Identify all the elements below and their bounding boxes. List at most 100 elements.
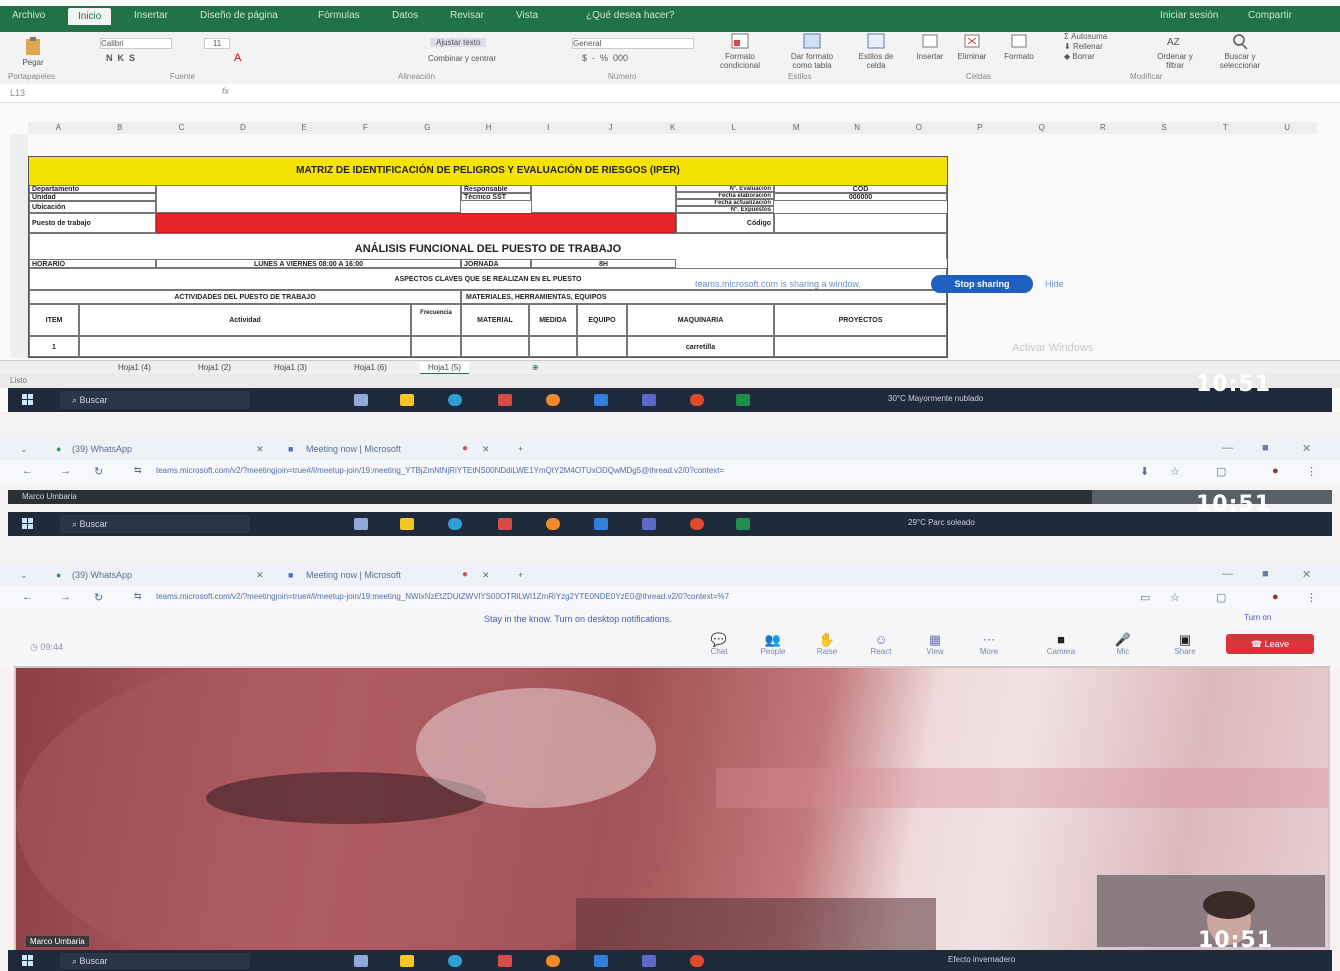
field-responsable[interactable]	[531, 185, 676, 213]
format-as-table-button[interactable]: Dar formato como tabla	[780, 32, 844, 70]
hide-button[interactable]: Hide	[1045, 279, 1064, 289]
close-window-icon[interactable]: ✕	[1302, 442, 1311, 455]
new-tab-button[interactable]: +	[518, 570, 523, 580]
sort-filter-button[interactable]: AZ Ordenar y filtrar	[1150, 32, 1200, 70]
mic-button[interactable]: 🎤 Mic	[1106, 632, 1140, 656]
column-header[interactable]: H	[486, 123, 492, 132]
row1-proyectos[interactable]	[774, 336, 947, 357]
column-header[interactable]: I	[547, 123, 549, 132]
maximize-icon[interactable]: ■	[1262, 568, 1269, 580]
task-view-icon[interactable]	[354, 955, 368, 967]
back-icon[interactable]: ←	[22, 591, 33, 603]
teams-icon[interactable]	[642, 518, 656, 530]
row1-medida[interactable]	[529, 336, 577, 357]
column-header[interactable]: A	[56, 123, 61, 132]
back-icon[interactable]: ←	[22, 465, 33, 477]
column-header[interactable]: R	[1100, 123, 1106, 132]
currency-button[interactable]: $ - % 000	[582, 54, 628, 63]
notification-action[interactable]: Turn on	[1244, 613, 1271, 622]
weather-widget[interactable]: 30°C Mayormente nublado	[888, 394, 983, 403]
windows-start-icon[interactable]	[22, 394, 34, 406]
site-info-icon[interactable]: ⇆	[134, 591, 142, 602]
clear-button[interactable]: ◆ Borrar	[1064, 52, 1095, 61]
edge-icon[interactable]	[448, 394, 462, 406]
file-explorer-icon[interactable]	[400, 955, 414, 967]
chrome-icon[interactable]	[690, 955, 704, 967]
mail-icon[interactable]	[594, 955, 608, 967]
column-header[interactable]: K	[670, 123, 675, 132]
cell-styles-button[interactable]: Estilos de celda	[848, 32, 904, 70]
add-sheet-icon[interactable]: ⊕	[524, 362, 547, 373]
sheet-tab[interactable]: Hoja1 (3)	[266, 362, 315, 373]
menu-icon[interactable]: ⋮	[1306, 591, 1317, 604]
tab-whatsapp[interactable]: (39) WhatsApp	[72, 570, 132, 580]
number-format-select[interactable]: General	[572, 38, 694, 49]
share-button[interactable]: ▣ Share	[1168, 632, 1202, 656]
field-puesto-red[interactable]	[156, 213, 676, 233]
column-header[interactable]: T	[1223, 123, 1228, 132]
tab-dropdown-icon[interactable]: ⌄	[20, 570, 28, 581]
maximize-icon[interactable]: ■	[1262, 442, 1269, 454]
tab-close-icon[interactable]: ✕	[256, 444, 264, 455]
tab-datos[interactable]: Datos	[392, 10, 418, 21]
sheet-tab[interactable]: Hoja1 (4)	[110, 362, 159, 373]
column-header[interactable]: G	[424, 123, 430, 132]
sheet-tab[interactable]: Hoja1 (2)	[190, 362, 239, 373]
edge-icon[interactable]	[448, 518, 462, 530]
minimize-icon[interactable]: —	[1222, 442, 1233, 454]
close-window-icon[interactable]: ✕	[1302, 568, 1311, 581]
tab-whatsapp[interactable]: (39) WhatsApp	[72, 444, 132, 454]
task-view-icon[interactable]	[354, 394, 368, 406]
column-header[interactable]: Q	[1039, 123, 1045, 132]
field-departamento[interactable]	[156, 185, 461, 213]
tab-inicio[interactable]: Inicio	[68, 8, 112, 25]
firefox-icon[interactable]	[546, 518, 560, 530]
windows-start-icon[interactable]	[22, 518, 34, 530]
tab-archivo[interactable]: Archivo	[12, 10, 45, 21]
reload-icon[interactable]: ↻	[94, 465, 103, 478]
tab-dropdown-icon[interactable]: ⌄	[20, 444, 28, 455]
tab-insertar[interactable]: Insertar	[134, 10, 168, 21]
download-icon[interactable]: ⬇	[1140, 465, 1149, 478]
forward-icon[interactable]: →	[60, 465, 71, 477]
conditional-format-button[interactable]: Formato condicional	[708, 32, 772, 70]
column-header[interactable]: C	[179, 123, 185, 132]
windows-start-icon[interactable]	[22, 955, 34, 967]
column-header[interactable]: F	[363, 123, 368, 132]
leave-button[interactable]: ☎ Leave	[1226, 634, 1314, 654]
forward-icon[interactable]: →	[60, 591, 71, 603]
tab-revisar[interactable]: Revisar	[450, 10, 484, 21]
excel-icon[interactable]	[736, 394, 750, 406]
excel-icon[interactable]	[736, 518, 750, 530]
profile-avatar[interactable]: ●	[1272, 591, 1279, 603]
edge-icon[interactable]	[448, 955, 462, 967]
task-view-icon[interactable]	[354, 518, 368, 530]
merge-center-button[interactable]: Combinar y centrar	[428, 54, 496, 63]
delete-cells-button[interactable]: Eliminar	[952, 32, 992, 61]
format-cells-button[interactable]: Formato	[996, 32, 1042, 61]
more-button[interactable]: ⋯ More	[972, 632, 1006, 656]
tab-vista[interactable]: Vista	[516, 10, 538, 21]
sheet-tab[interactable]: Hoja1 (6)	[346, 362, 395, 373]
tab-search-icon[interactable]: ▢	[1216, 591, 1226, 604]
row1-item[interactable]: 1	[29, 336, 79, 357]
name-box[interactable]: L13	[10, 88, 100, 98]
store-icon[interactable]	[498, 955, 512, 967]
store-icon[interactable]	[498, 518, 512, 530]
column-header[interactable]: N	[854, 123, 860, 132]
tab-search-icon[interactable]: ▢	[1216, 465, 1226, 478]
chrome-icon[interactable]	[690, 518, 704, 530]
font-name-select[interactable]: Calibri	[100, 38, 172, 49]
fill-button[interactable]: ⬇ Rellenar	[1064, 42, 1103, 51]
screen-share-icon[interactable]: ▭	[1140, 591, 1150, 604]
insert-cells-button[interactable]: Insertar	[910, 32, 950, 61]
bold-button[interactable]: N K S	[106, 54, 135, 63]
taskbar-search[interactable]: ⌕ Buscar	[60, 953, 250, 969]
new-tab-button[interactable]: +	[518, 444, 523, 454]
raise-hand-button[interactable]: ✋ Raise	[810, 632, 844, 656]
people-button[interactable]: 👥 People	[756, 632, 790, 656]
row1-frecuencia[interactable]	[411, 336, 461, 357]
weather-widget[interactable]: 29°C Parc soleado	[908, 518, 975, 527]
font-size-select[interactable]: 11	[204, 38, 230, 49]
mail-icon[interactable]	[594, 518, 608, 530]
